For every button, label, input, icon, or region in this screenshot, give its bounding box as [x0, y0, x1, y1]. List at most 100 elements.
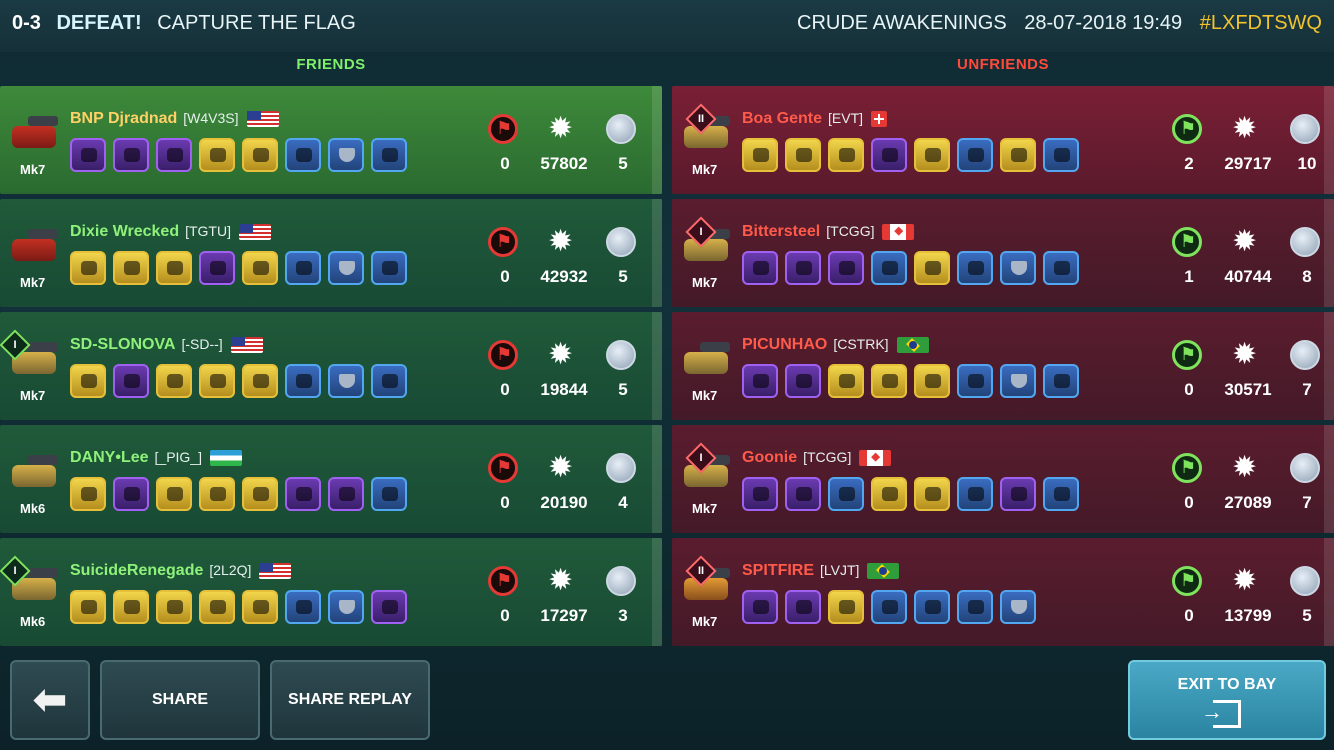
match-code[interactable]: #LXFDTSWQ [1200, 12, 1322, 34]
loadout-item-icon[interactable] [70, 590, 106, 624]
share-button[interactable]: SHARE [100, 660, 260, 740]
loadout-item-icon[interactable] [957, 138, 993, 172]
back-button[interactable]: ⬅ [10, 660, 90, 740]
loadout-item-icon[interactable] [914, 251, 950, 285]
loadout-item-icon[interactable] [742, 364, 778, 398]
loadout-item-icon[interactable] [328, 251, 364, 285]
player-name[interactable]: PICUNHAO [742, 336, 827, 353]
player-row[interactable]: II Mk7 SPITFIRE [LVJT] ✹ 0 13799 5 [672, 538, 1334, 646]
loadout-item-icon[interactable] [285, 590, 321, 624]
loadout-item-icon[interactable] [199, 477, 235, 511]
loadout-item-icon[interactable] [113, 477, 149, 511]
player-row[interactable]: Mk7 BNP Djradnad [W4V3S] ✹ 0 57802 5 [0, 86, 662, 194]
player-row[interactable]: Mk7 Dixie Wrecked [TGTU] ✹ 0 42932 5 [0, 199, 662, 307]
player-row[interactable]: Mk7 PICUNHAO [CSTRK] ✹ 0 30571 7 [672, 312, 1334, 420]
loadout-item-icon[interactable] [914, 138, 950, 172]
loadout-item-icon[interactable] [371, 138, 407, 172]
player-name[interactable]: SD-SLONOVA [70, 336, 175, 353]
loadout-item-icon[interactable] [285, 477, 321, 511]
loadout-item-icon[interactable] [785, 477, 821, 511]
loadout-item-icon[interactable] [871, 251, 907, 285]
loadout-item-icon[interactable] [1000, 364, 1036, 398]
loadout-item-icon[interactable] [70, 477, 106, 511]
loadout-item-icon[interactable] [914, 364, 950, 398]
loadout-item-icon[interactable] [113, 251, 149, 285]
loadout-item-icon[interactable] [1043, 251, 1079, 285]
loadout-item-icon[interactable] [871, 590, 907, 624]
loadout-item-icon[interactable] [1000, 590, 1036, 624]
loadout-item-icon[interactable] [914, 477, 950, 511]
loadout-item-icon[interactable] [285, 138, 321, 172]
exit-to-bay-button[interactable]: EXIT TO BAY [1128, 660, 1326, 740]
share-replay-button[interactable]: SHARE REPLAY [270, 660, 430, 740]
loadout-item-icon[interactable] [785, 590, 821, 624]
loadout-item-icon[interactable] [871, 477, 907, 511]
loadout-item-icon[interactable] [242, 590, 278, 624]
loadout-item-icon[interactable] [328, 477, 364, 511]
loadout-item-icon[interactable] [285, 364, 321, 398]
loadout-item-icon[interactable] [113, 590, 149, 624]
loadout-item-icon[interactable] [742, 251, 778, 285]
loadout-item-icon[interactable] [871, 138, 907, 172]
player-row[interactable]: I Mk7 Bittersteel [TCGG] ✹ 1 40744 8 [672, 199, 1334, 307]
loadout-item-icon[interactable] [199, 590, 235, 624]
player-row[interactable]: Mk6 DANY•Lee [_PIG_] ✹ 0 20190 4 [0, 425, 662, 533]
loadout-item-icon[interactable] [156, 477, 192, 511]
loadout-item-icon[interactable] [828, 138, 864, 172]
loadout-item-icon[interactable] [371, 477, 407, 511]
loadout-item-icon[interactable] [1000, 477, 1036, 511]
loadout-item-icon[interactable] [242, 364, 278, 398]
player-row[interactable]: II Mk7 Boa Gente [EVT] ✹ 2 29717 10 [672, 86, 1334, 194]
loadout-item-icon[interactable] [242, 251, 278, 285]
loadout-item-icon[interactable] [199, 251, 235, 285]
player-name[interactable]: BNP Djradnad [70, 110, 177, 127]
loadout-item-icon[interactable] [914, 590, 950, 624]
loadout-item-icon[interactable] [285, 251, 321, 285]
loadout-item-icon[interactable] [742, 590, 778, 624]
loadout-item-icon[interactable] [828, 364, 864, 398]
loadout-item-icon[interactable] [328, 364, 364, 398]
loadout-item-icon[interactable] [828, 477, 864, 511]
player-name[interactable]: Goonie [742, 449, 797, 466]
loadout-item-icon[interactable] [828, 590, 864, 624]
player-name[interactable]: Dixie Wrecked [70, 223, 179, 240]
loadout-item-icon[interactable] [199, 138, 235, 172]
loadout-item-icon[interactable] [70, 251, 106, 285]
loadout-item-icon[interactable] [242, 477, 278, 511]
loadout-item-icon[interactable] [742, 477, 778, 511]
player-name[interactable]: DANY•Lee [70, 449, 149, 466]
player-name[interactable]: SuicideRenegade [70, 562, 203, 579]
loadout-item-icon[interactable] [785, 138, 821, 172]
loadout-item-icon[interactable] [1043, 477, 1079, 511]
loadout-item-icon[interactable] [957, 251, 993, 285]
loadout-item-icon[interactable] [70, 364, 106, 398]
loadout-item-icon[interactable] [957, 364, 993, 398]
loadout-item-icon[interactable] [70, 138, 106, 172]
loadout-item-icon[interactable] [199, 364, 235, 398]
player-row[interactable]: I Mk7 Goonie [TCGG] ✹ 0 27089 7 [672, 425, 1334, 533]
loadout-item-icon[interactable] [1043, 138, 1079, 172]
loadout-item-icon[interactable] [328, 138, 364, 172]
loadout-item-icon[interactable] [871, 364, 907, 398]
player-row[interactable]: I Mk6 SuicideRenegade [2L2Q] ✹ 0 17297 3 [0, 538, 662, 646]
loadout-item-icon[interactable] [1043, 364, 1079, 398]
loadout-item-icon[interactable] [328, 590, 364, 624]
loadout-item-icon[interactable] [156, 138, 192, 172]
loadout-item-icon[interactable] [957, 590, 993, 624]
loadout-item-icon[interactable] [242, 138, 278, 172]
loadout-item-icon[interactable] [785, 364, 821, 398]
loadout-item-icon[interactable] [113, 138, 149, 172]
loadout-item-icon[interactable] [957, 477, 993, 511]
loadout-item-icon[interactable] [113, 364, 149, 398]
player-name[interactable]: SPITFIRE [742, 562, 814, 579]
player-name[interactable]: Bittersteel [742, 223, 820, 240]
loadout-item-icon[interactable] [1000, 138, 1036, 172]
player-row[interactable]: I Mk7 SD-SLONOVA [-SD--] ✹ 0 19844 5 [0, 312, 662, 420]
loadout-item-icon[interactable] [371, 364, 407, 398]
loadout-item-icon[interactable] [371, 590, 407, 624]
loadout-item-icon[interactable] [742, 138, 778, 172]
loadout-item-icon[interactable] [1000, 251, 1036, 285]
loadout-item-icon[interactable] [156, 590, 192, 624]
loadout-item-icon[interactable] [828, 251, 864, 285]
loadout-item-icon[interactable] [156, 251, 192, 285]
